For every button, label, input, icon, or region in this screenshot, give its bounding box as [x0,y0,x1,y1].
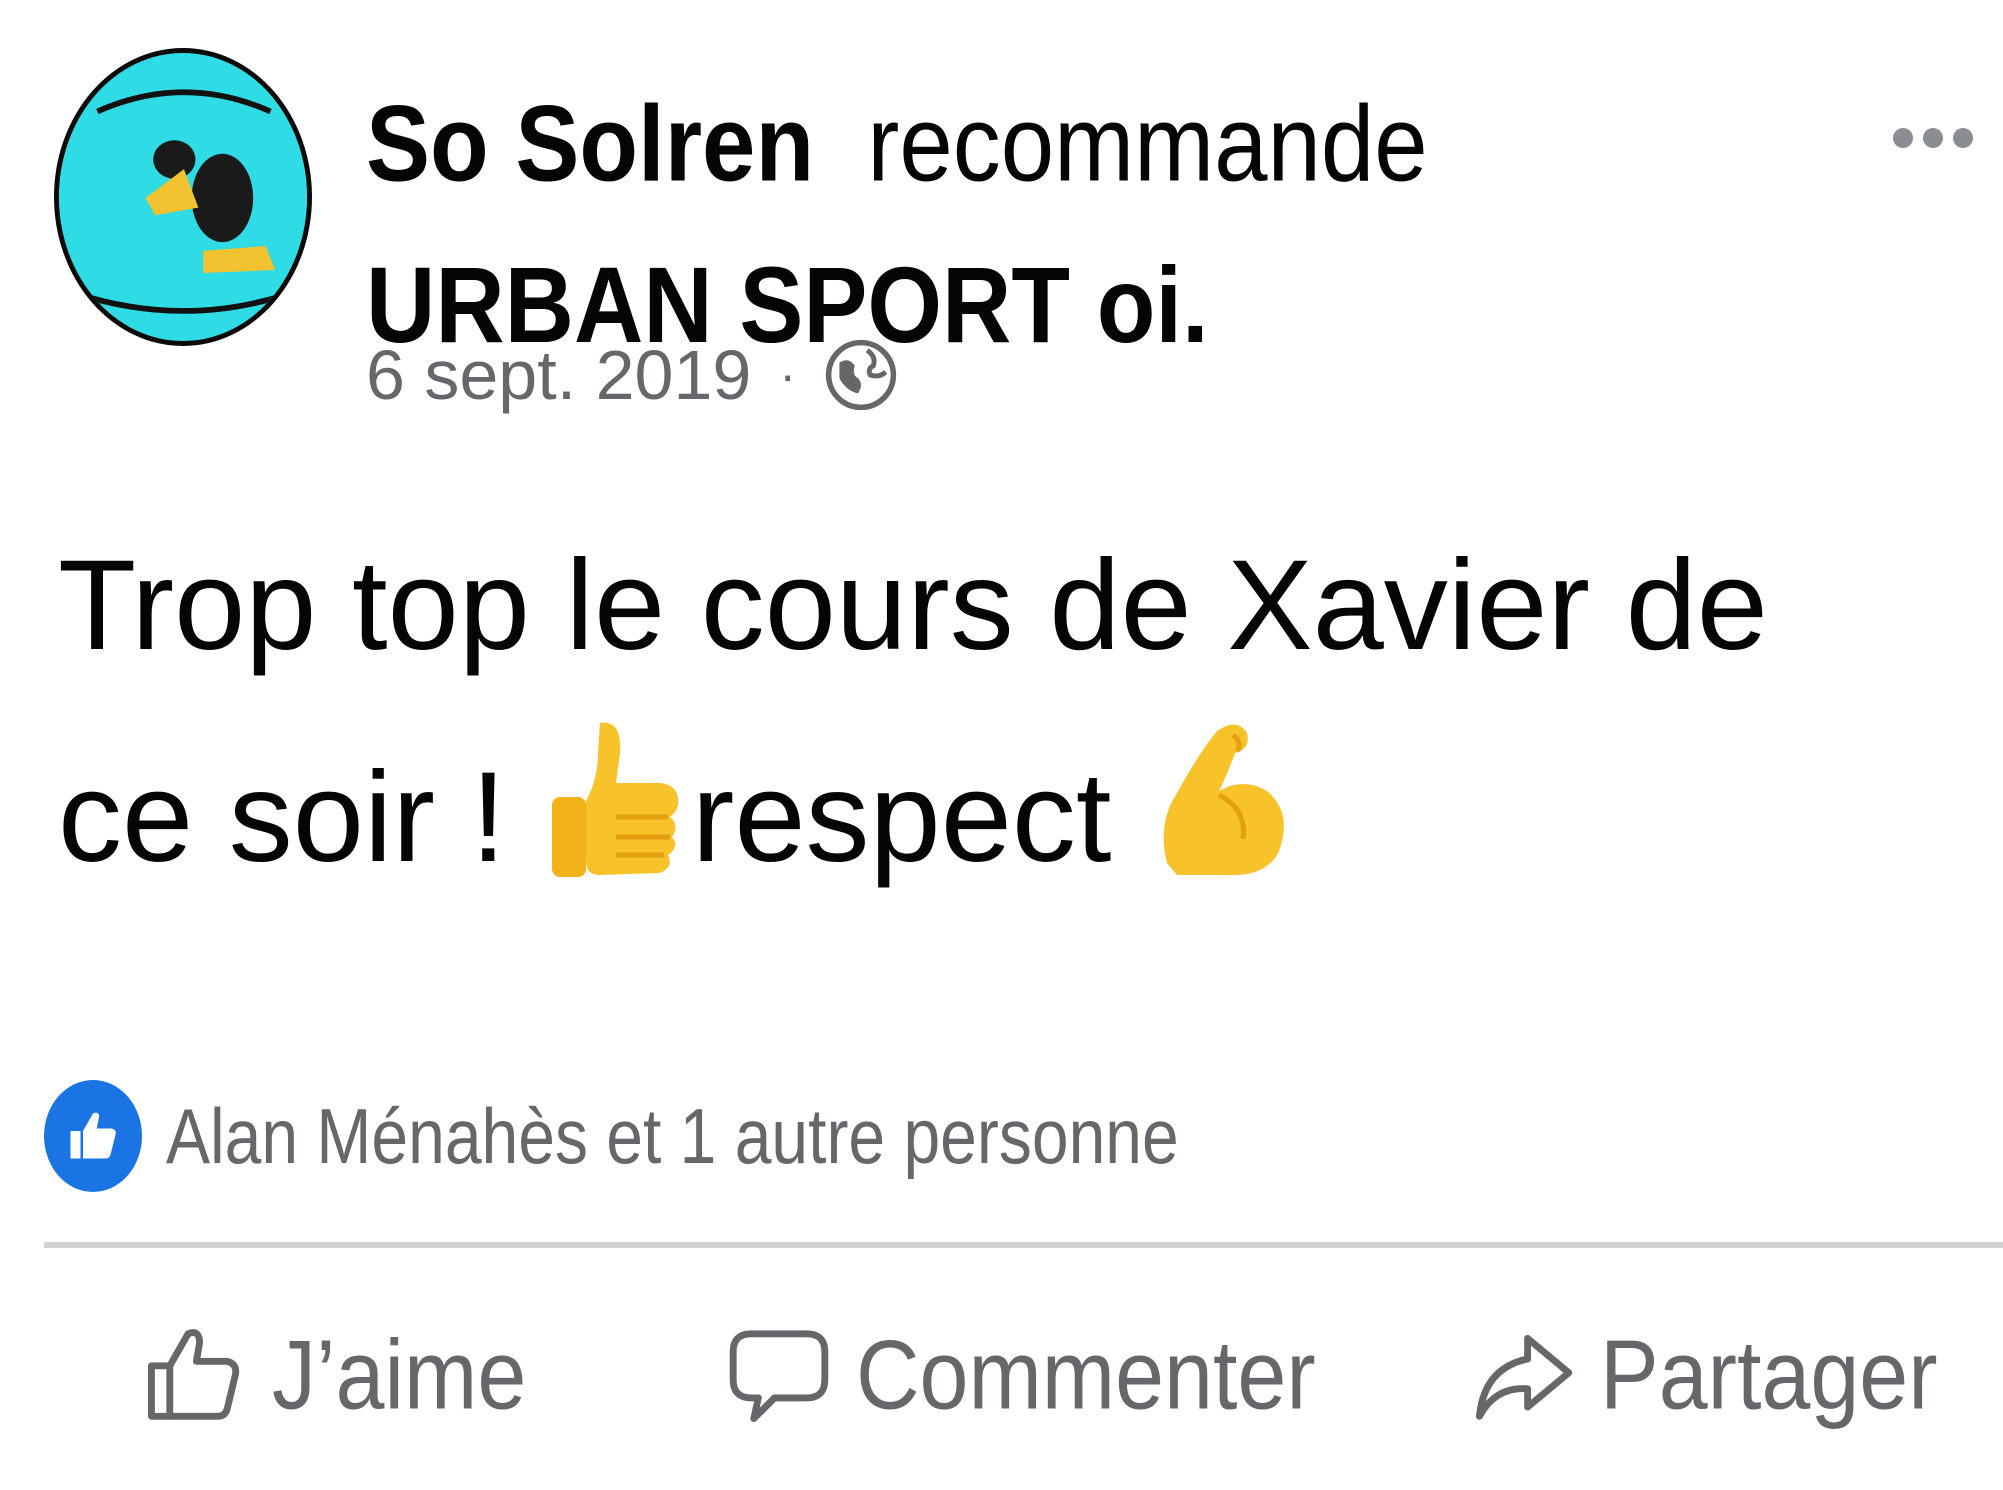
more-dot-icon [1953,128,1973,148]
message-text-part: respect [691,746,1147,889]
divider [44,1242,2003,1248]
share-icon [1476,1334,1573,1420]
comment-icon [729,1330,829,1422]
message-line-1: Trop top le cours de Xavier de [58,534,1768,677]
thumbs-up-icon [551,722,678,877]
share-button[interactable]: Partager [1468,1300,1938,1450]
like-button[interactable]: J’aime [140,1300,526,1450]
more-dot-icon [1923,128,1943,148]
comment-label: Commenter [856,1319,1316,1430]
post-meta: 6 sept. 2019 · [366,330,898,420]
reactions-summary[interactable]: Alan Ménahès et 1 autre personne [44,1078,1179,1194]
action-bar: J’aime Commenter Partager [0,1300,2003,1450]
author-name[interactable]: So Solren [366,84,814,204]
meta-separator: · [779,347,796,403]
message-line-2: ce soir ! respect [58,712,1958,924]
like-icon [148,1329,240,1420]
thumbs-up-icon [70,1112,116,1159]
post-card: So Solren recommande URBAN SPORT oi. 6 s… [0,0,2003,1490]
more-dot-icon [1893,128,1913,148]
comment-button[interactable]: Commenter [724,1300,1316,1450]
message-text-part: ce soir ! [58,746,542,889]
like-badge-icon [44,1080,142,1192]
flexed-biceps-icon [1163,724,1284,876]
post-date[interactable]: 6 sept. 2019 [366,335,751,415]
globe-icon[interactable] [824,338,898,412]
post-message: Trop top le cours de Xavier de ce soir !… [58,500,1958,924]
reaction-names[interactable]: Alan Ménahès et 1 autre personne [166,1091,1179,1181]
avatar[interactable] [54,48,312,346]
recommend-verb: recommande [867,84,1428,204]
avatar-image [59,53,307,341]
share-label: Partager [1600,1319,1938,1430]
like-label: J’aime [272,1319,527,1430]
more-options-button[interactable] [1893,118,2003,158]
